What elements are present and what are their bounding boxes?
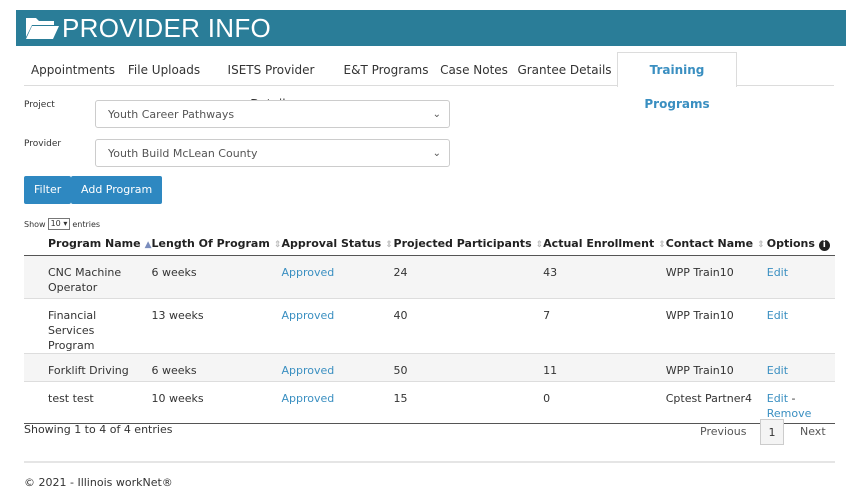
cell-contact: WPP Train10	[665, 297, 767, 353]
cell-actual: 43	[543, 254, 666, 298]
col-label: Projected Participants	[393, 237, 532, 251]
project-select[interactable]: Youth Career Pathways ⌄	[95, 100, 450, 128]
page-title: PROVIDER INFO	[62, 12, 272, 43]
pagination-next[interactable]: Next	[800, 419, 826, 445]
cell-projected: 50	[393, 352, 544, 381]
table-row: test test 10 weeks Approved 15 0 Cptest …	[24, 380, 835, 424]
col-label: Length Of Program	[151, 237, 270, 251]
cell-program-name: CNC Machine Operator	[24, 254, 152, 298]
cell-contact: Cptest Partner4	[665, 380, 767, 424]
col-label: Contact Name	[665, 237, 754, 251]
col-program-name[interactable]: Program Name ▲	[24, 233, 152, 256]
sort-icon: ⇕	[385, 240, 393, 251]
sort-icon: ⇕	[535, 240, 544, 251]
cell-program-name: Financial Services Program	[24, 297, 152, 353]
provider-select-value: Youth Build McLean County	[108, 147, 258, 160]
edit-link[interactable]: Edit	[767, 309, 788, 322]
pagination-previous[interactable]: Previous	[700, 419, 747, 445]
cell-projected: 15	[393, 380, 544, 424]
edit-link[interactable]: Edit	[767, 266, 788, 279]
col-approval-status[interactable]: Approval Status ⇕	[281, 233, 394, 256]
add-program-button[interactable]: Add Program	[71, 176, 163, 204]
entries-length-control: Show 10 ▾ entries	[24, 218, 100, 230]
tab-isets-provider-details[interactable]: ISETS Provider Details	[206, 52, 336, 111]
tab-bar: Appointments File Uploads ISETS Provider…	[24, 52, 834, 111]
page-header: PROVIDER INFO	[16, 10, 846, 46]
col-label: Program Name	[48, 237, 141, 251]
edit-link[interactable]: Edit	[767, 364, 788, 377]
tab-appointments[interactable]: Appointments	[24, 52, 122, 86]
tab-grantee-details[interactable]: Grantee Details	[512, 52, 617, 86]
cell-contact: WPP Train10	[665, 352, 767, 381]
project-label: Project	[24, 100, 55, 110]
table-row: CNC Machine Operator 6 weeks Approved 24…	[24, 254, 835, 298]
sort-icon: ⇕	[658, 240, 666, 251]
pagination-page-1[interactable]: 1	[760, 419, 784, 445]
col-label: Actual Enrollment	[543, 237, 655, 251]
sort-icon: ⇕	[757, 240, 765, 251]
cell-options: Edit - Remove	[766, 380, 835, 424]
status-link[interactable]: Approved	[282, 392, 335, 405]
table-row: Forklift Driving 6 weeks Approved 50 11 …	[24, 352, 835, 381]
remove-link[interactable]: Remove	[767, 407, 812, 420]
cell-program-name: Forklift Driving	[24, 352, 152, 381]
provider-select[interactable]: Youth Build McLean County ⌄	[95, 139, 450, 167]
tab-case-notes[interactable]: Case Notes	[436, 52, 512, 86]
table-info: Showing 1 to 4 of 4 entries	[24, 423, 173, 436]
cell-length: 6 weeks	[151, 352, 282, 381]
edit-link[interactable]: Edit	[767, 392, 788, 405]
entries-length-select[interactable]: 10 ▾	[47, 218, 71, 230]
col-contact-name[interactable]: Contact Name ⇕	[665, 233, 767, 256]
tab-training-programs[interactable]: Training Programs	[617, 52, 737, 111]
show-label: Show	[24, 219, 46, 229]
folder-open-icon	[26, 18, 59, 39]
sort-asc-icon: ▲	[144, 240, 152, 251]
col-projected-participants[interactable]: Projected Participants ⇕	[393, 233, 544, 256]
status-link[interactable]: Approved	[282, 364, 335, 377]
cell-program-name: test test	[24, 380, 152, 424]
col-actual-enrollment[interactable]: Actual Enrollment ⇕	[543, 233, 666, 256]
chevron-down-icon: ⌄	[432, 148, 441, 159]
col-label: Options	[766, 236, 815, 250]
footer-divider	[24, 461, 835, 463]
cell-actual: 11	[543, 352, 666, 381]
cell-status: Approved	[281, 380, 394, 424]
provider-label: Provider	[24, 139, 62, 149]
info-circle-icon[interactable]: i	[818, 239, 830, 251]
filter-button[interactable]: Filter	[24, 176, 72, 204]
cell-projected: 24	[393, 254, 544, 298]
sort-icon: ⇕	[273, 240, 282, 251]
cell-options: Edit	[766, 352, 835, 381]
cell-contact: WPP Train10	[665, 254, 767, 298]
cell-options: Edit	[766, 297, 835, 353]
footer-copyright: © 2021 - Illinois workNet®	[24, 476, 173, 489]
tab-file-uploads[interactable]: File Uploads	[122, 52, 206, 86]
cell-status: Approved	[281, 352, 394, 381]
col-options: Options i	[766, 233, 835, 256]
col-label: Approval Status	[281, 237, 382, 251]
cell-status: Approved	[281, 297, 394, 353]
project-select-value: Youth Career Pathways	[108, 108, 235, 121]
col-length-of-program[interactable]: Length Of Program ⇕	[151, 233, 282, 256]
cell-length: 6 weeks	[151, 254, 282, 298]
cell-length: 13 weeks	[151, 297, 282, 353]
options-separator: -	[788, 391, 796, 405]
tab-et-programs[interactable]: E&T Programs	[336, 52, 436, 86]
table-row: Financial Services Program 13 weeks Appr…	[24, 297, 835, 353]
status-link[interactable]: Approved	[282, 266, 335, 279]
status-link[interactable]: Approved	[282, 309, 335, 322]
cell-actual: 0	[543, 380, 666, 424]
cell-projected: 40	[393, 297, 544, 353]
cell-length: 10 weeks	[151, 380, 282, 424]
entries-length-value: 10	[50, 219, 61, 228]
entries-label: entries	[72, 219, 101, 229]
training-programs-table: Program Name ▲ Length Of Program ⇕ Approva…	[24, 233, 835, 424]
cell-options: Edit	[766, 254, 835, 298]
cell-actual: 7	[543, 297, 666, 353]
chevron-down-icon: ⌄	[432, 109, 441, 120]
cell-status: Approved	[281, 254, 394, 298]
